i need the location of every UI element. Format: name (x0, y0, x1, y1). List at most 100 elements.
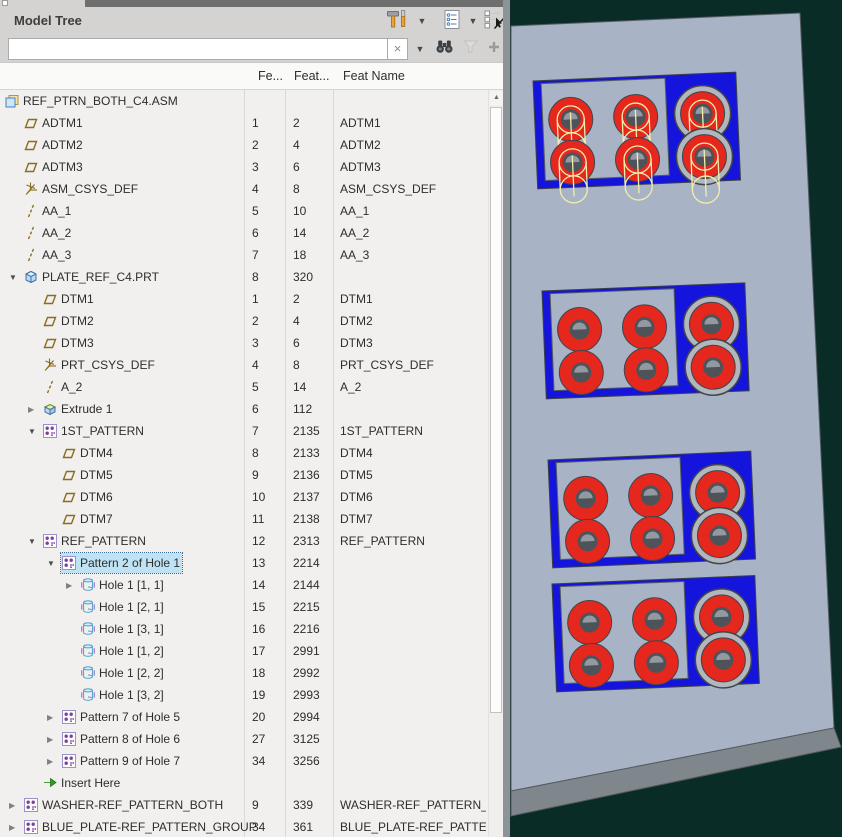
add-filter-button[interactable] (485, 38, 503, 60)
tree-row-label[interactable]: ASM_CSYS_DEF (42, 182, 138, 196)
expand-expand-arrow-icon[interactable]: ▶ (47, 713, 61, 722)
pattern-icon[interactable] (61, 731, 77, 747)
expand-expand-arrow-icon[interactable]: ▶ (28, 405, 42, 414)
tree-row[interactable]: DTM112DTM1 (0, 288, 488, 310)
axis-icon[interactable] (23, 247, 39, 263)
hole-icon[interactable] (80, 643, 96, 659)
tree-row[interactable]: ▼1ST_PATTERN721351ST_PATTERN (0, 420, 488, 442)
tree-row[interactable]: Hole 1 [3, 2]192993 (0, 684, 488, 706)
axis-icon[interactable] (23, 203, 39, 219)
tree-row-label[interactable]: 1ST_PATTERN (61, 424, 144, 438)
tree-row[interactable]: PRT_CSYS_DEF48PRT_CSYS_DEF (0, 354, 488, 376)
csys-icon[interactable] (42, 357, 58, 373)
tree-row-label[interactable]: DTM5 (80, 468, 113, 482)
insert-icon[interactable] (42, 775, 58, 791)
find-button[interactable] (433, 38, 455, 60)
tree-row[interactable]: ▼Pattern 2 of Hole 1132214 (0, 552, 488, 574)
tree-row[interactable]: A_2514A_2 (0, 376, 488, 398)
selected-tree-item[interactable]: Pattern 2 of Hole 1 (61, 553, 182, 573)
tree-row[interactable]: AA_1510AA_1 (0, 200, 488, 222)
tree-row-label[interactable]: Pattern 9 of Hole 7 (80, 754, 180, 768)
datum-icon[interactable] (61, 445, 77, 461)
axis-icon[interactable] (42, 379, 58, 395)
panel-dock-handle[interactable] (2, 0, 8, 6)
tree-row-label[interactable]: REF_PATTERN (61, 534, 146, 548)
settings-dropdown[interactable]: ▼ (465, 10, 481, 33)
blue-plate-assembly[interactable] (548, 451, 756, 571)
tree-scrollbar[interactable]: ▲ (488, 90, 503, 837)
pattern-icon[interactable] (42, 533, 58, 549)
tree-row-label[interactable]: PRT_CSYS_DEF (61, 358, 155, 372)
expand-collapse-arrow-icon[interactable]: ▼ (47, 559, 61, 568)
tree-row[interactable]: AA_3718AA_3 (0, 244, 488, 266)
tree-row-label[interactable]: Hole 1 [1, 2] (99, 644, 164, 658)
tree-row-label[interactable]: Extrude 1 (61, 402, 112, 416)
tools-button[interactable] (383, 10, 411, 33)
scroll-thumb[interactable] (490, 107, 502, 713)
tree-row-label[interactable]: ADTM3 (42, 160, 83, 174)
clear-search-button[interactable]: × (388, 38, 408, 60)
datum-icon[interactable] (61, 511, 77, 527)
column-feat-name[interactable]: Feat Name (343, 69, 405, 83)
tree-row-label[interactable]: AA_3 (42, 248, 71, 262)
part-icon[interactable] (23, 269, 39, 285)
tree-row-label[interactable]: BLUE_PLATE-REF_PATTERN_GROUP (42, 820, 257, 834)
tree-row[interactable]: ▼REF_PATTERN122313REF_PATTERN (0, 530, 488, 552)
tree-row-label[interactable]: WASHER-REF_PATTERN_BOTH (42, 798, 223, 812)
assembly-icon[interactable] (4, 93, 20, 109)
tree-row[interactable]: Hole 1 [2, 2]182992 (0, 662, 488, 684)
hole-icon[interactable] (80, 687, 96, 703)
tree-row-label[interactable]: ADTM1 (42, 116, 83, 130)
tree-row-label[interactable]: Insert Here (61, 776, 120, 790)
pattern-icon[interactable] (23, 797, 39, 813)
search-dropdown[interactable]: ▼ (412, 38, 428, 60)
tree-row[interactable]: ADTM336ADTM3 (0, 156, 488, 178)
tree-row-label[interactable]: Hole 1 [3, 1] (99, 622, 164, 636)
tree-row[interactable]: ▶Extrude 16112 (0, 398, 488, 420)
tree-row[interactable]: ▼PLATE_REF_C4.PRT8320 (0, 266, 488, 288)
tree-row-label[interactable]: DTM7 (80, 512, 113, 526)
tree-row[interactable]: Hole 1 [1, 2]172991 (0, 640, 488, 662)
axis-icon[interactable] (23, 225, 39, 241)
column-feat[interactable]: Feat... (294, 69, 329, 83)
tree-row-label[interactable]: DTM2 (61, 314, 94, 328)
blue-plate-assembly[interactable] (552, 575, 759, 694)
tree-row-label[interactable]: Hole 1 [1, 1] (99, 578, 164, 592)
pattern-icon[interactable] (61, 709, 77, 725)
tree-row[interactable]: DTM224DTM2 (0, 310, 488, 332)
expand-expand-arrow-icon[interactable]: ▶ (47, 735, 61, 744)
tree-row[interactable]: ASM_CSYS_DEF48ASM_CSYS_DEF (0, 178, 488, 200)
tree-row-label[interactable]: Hole 1 [2, 2] (99, 666, 164, 680)
expand-collapse-arrow-icon[interactable]: ▼ (28, 427, 42, 436)
pattern-icon[interactable] (61, 555, 77, 571)
tree-row-label[interactable]: DTM4 (80, 446, 113, 460)
tree-row[interactable]: ▶Pattern 9 of Hole 7343256 (0, 750, 488, 772)
csys-icon[interactable] (23, 181, 39, 197)
datum-icon[interactable] (23, 115, 39, 131)
datum-icon[interactable] (42, 313, 58, 329)
expand-expand-arrow-icon[interactable]: ▶ (47, 757, 61, 766)
extrude-icon[interactable] (42, 401, 58, 417)
tree-row-label[interactable]: REF_PTRN_BOTH_C4.ASM (23, 94, 178, 108)
tree-row[interactable]: DTM482133DTM4 (0, 442, 488, 464)
tree-row[interactable]: ▶WASHER-REF_PATTERN_BOTH9339WASHER-REF_P… (0, 794, 488, 816)
scroll-up-button[interactable]: ▲ (490, 91, 503, 105)
pattern-icon[interactable] (61, 753, 77, 769)
datum-icon[interactable] (61, 467, 77, 483)
hole-icon[interactable] (80, 577, 96, 593)
datum-icon[interactable] (23, 137, 39, 153)
tree-row-label[interactable]: AA_2 (42, 226, 71, 240)
pattern-icon[interactable] (23, 819, 39, 835)
hole-icon[interactable] (80, 599, 96, 615)
tree-row[interactable]: ADTM224ADTM2 (0, 134, 488, 156)
expand-expand-arrow-icon[interactable]: ▶ (9, 801, 23, 810)
tree-row[interactable]: AA_2614AA_2 (0, 222, 488, 244)
tree-row-label[interactable]: ADTM2 (42, 138, 83, 152)
tree-row[interactable]: ▶Pattern 7 of Hole 5202994 (0, 706, 488, 728)
datum-icon[interactable] (42, 291, 58, 307)
tree-row[interactable]: DTM336DTM3 (0, 332, 488, 354)
hole-icon[interactable] (80, 665, 96, 681)
settings-button[interactable] (438, 10, 464, 33)
panel-splitter[interactable] (503, 0, 510, 837)
3d-viewport[interactable] (510, 0, 842, 837)
